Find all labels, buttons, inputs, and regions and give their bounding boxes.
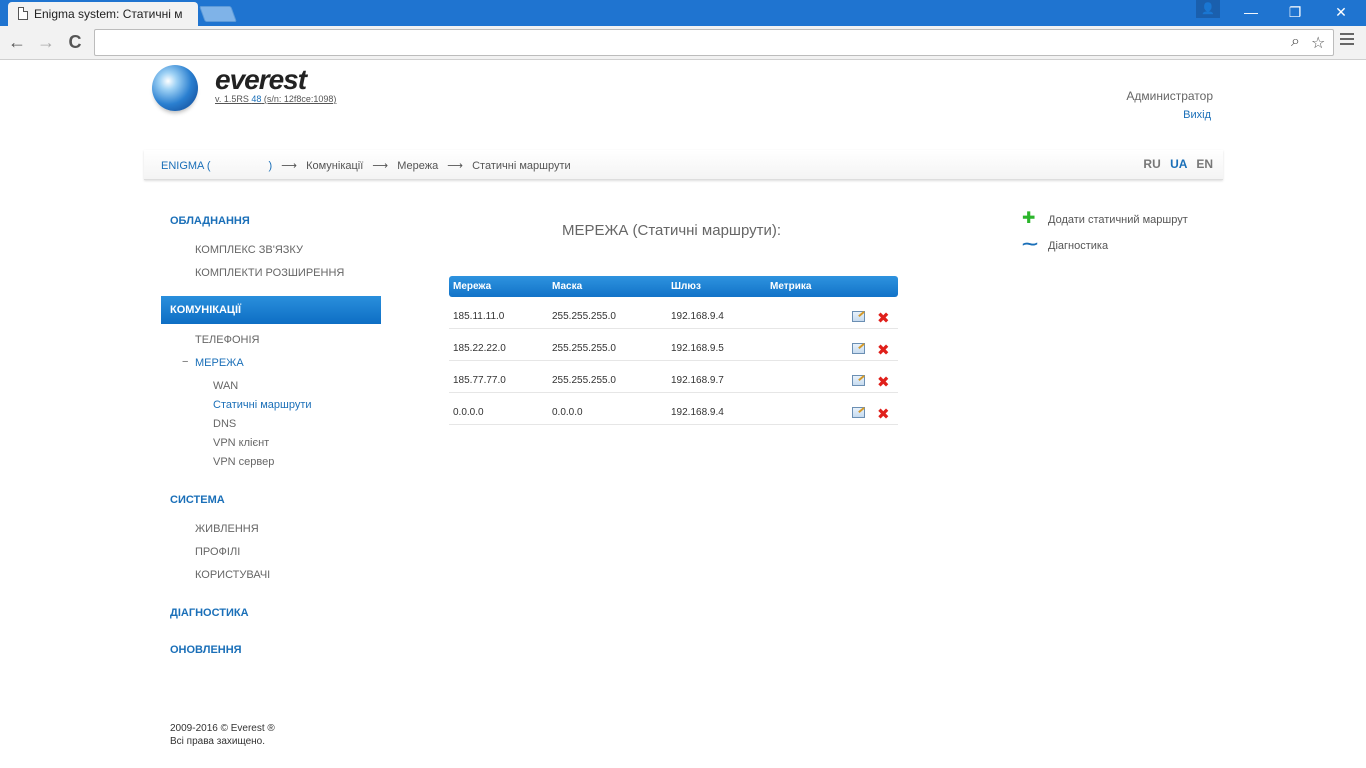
breadcrumb-bar: ENIGMA () ⟶ Комунікації ⟶ Мережа ⟶ Стати… bbox=[144, 150, 1223, 180]
col-network: Мережа bbox=[453, 281, 492, 292]
plus-icon: ✚ bbox=[1022, 210, 1036, 227]
sidebar-item-network[interactable]: МЕРЕЖА bbox=[195, 357, 244, 369]
edit-icon[interactable] bbox=[852, 407, 865, 418]
sidebar-item-static-routes[interactable]: Статичні маршрути bbox=[213, 399, 312, 411]
add-static-route-label: Додати статичний маршрут bbox=[1048, 214, 1188, 226]
routes-table: Мережа Маска Шлюз Метрика 185.11.11.0 25… bbox=[449, 276, 898, 425]
collapse-minus-icon[interactable]: − bbox=[182, 356, 188, 368]
forward-button[interactable]: → bbox=[34, 31, 58, 55]
sidebar-item-dns[interactable]: DNS bbox=[213, 418, 236, 430]
minimize-button[interactable]: — bbox=[1228, 0, 1274, 24]
close-window-button[interactable]: ✕ bbox=[1318, 0, 1364, 24]
tab-title: Enigma system: Статичні м bbox=[34, 7, 183, 21]
page-icon bbox=[18, 7, 28, 20]
table-row: 0.0.0.0 0.0.0.0 192.168.9.4 ✖ bbox=[449, 393, 898, 425]
language-switcher: RU UA EN bbox=[1137, 157, 1213, 171]
cell-gateway: 192.168.9.4 bbox=[671, 311, 724, 322]
sidebar-section-system[interactable]: СИСТЕМА bbox=[170, 494, 225, 506]
breadcrumb-arrow: ⟶ bbox=[281, 160, 298, 172]
col-metric: Метрика bbox=[770, 281, 812, 292]
col-mask: Маска bbox=[552, 281, 583, 292]
pulse-icon: ⁓ bbox=[1022, 236, 1038, 253]
table-row: 185.77.77.0 255.255.255.0 192.168.9.7 ✖ bbox=[449, 361, 898, 393]
sidebar-section-diagnostics[interactable]: ДІАГНОСТИКА bbox=[170, 607, 249, 619]
version-link[interactable]: v. 1.5RS 48 (s/n: 12f8ce:1098) bbox=[215, 94, 336, 104]
cell-gateway: 192.168.9.4 bbox=[671, 407, 724, 418]
table-row: 185.11.11.0 255.255.255.0 192.168.9.4 ✖ bbox=[449, 297, 898, 329]
lang-ru[interactable]: RU bbox=[1143, 157, 1160, 171]
breadcrumb-root-close: ) bbox=[268, 160, 273, 172]
delete-icon[interactable]: ✖ bbox=[877, 311, 890, 326]
back-button[interactable]: ← bbox=[5, 31, 29, 55]
address-bar[interactable]: ⌕ ☆ bbox=[94, 29, 1334, 56]
sidebar-item-expansion-kits[interactable]: КОМПЛЕКТИ РОЗШИРЕННЯ bbox=[195, 267, 344, 279]
cell-network: 0.0.0.0 bbox=[453, 407, 484, 418]
breadcrumb-network[interactable]: Мережа bbox=[397, 160, 438, 172]
browser-titlebar: Enigma system: Статичні м 👤 — ❐ ✕ bbox=[0, 0, 1366, 26]
cell-network: 185.77.77.0 bbox=[453, 375, 506, 386]
browser-menu-icon[interactable] bbox=[1340, 33, 1354, 48]
diagnostics-label: Діагностика bbox=[1048, 240, 1109, 252]
current-user: Администратор bbox=[1126, 89, 1213, 103]
cell-mask: 255.255.255.0 bbox=[552, 343, 616, 354]
sidebar-section-hardware[interactable]: ОБЛАДНАННЯ bbox=[170, 215, 250, 227]
lang-ua[interactable]: UA bbox=[1170, 157, 1187, 171]
rights-reserved: Всі права захищено. bbox=[170, 736, 266, 747]
user-icon[interactable]: 👤 bbox=[1196, 0, 1220, 18]
delete-icon[interactable]: ✖ bbox=[877, 407, 890, 422]
copyright: 2009-2016 © Everest ® bbox=[170, 723, 275, 734]
cell-mask: 255.255.255.0 bbox=[552, 375, 616, 386]
sidebar-item-telephony[interactable]: ТЕЛЕФОНІЯ bbox=[195, 334, 259, 346]
bookmark-star-icon[interactable]: ☆ bbox=[1311, 33, 1325, 53]
restore-button[interactable]: ❐ bbox=[1272, 0, 1318, 24]
table-header: Мережа Маска Шлюз Метрика bbox=[449, 276, 898, 297]
footer: 2009-2016 © Everest ® Всі права захищено… bbox=[170, 722, 275, 748]
cell-gateway: 192.168.9.7 bbox=[671, 375, 724, 386]
edit-icon[interactable] bbox=[852, 311, 865, 322]
cell-network: 185.22.22.0 bbox=[453, 343, 506, 354]
breadcrumb-static-routes: Статичні маршрути bbox=[472, 160, 571, 172]
sidebar-item-power[interactable]: ЖИВЛЕННЯ bbox=[195, 523, 259, 535]
cell-gateway: 192.168.9.5 bbox=[671, 343, 724, 354]
sidebar-item-vpn-server[interactable]: VPN сервер bbox=[213, 456, 274, 468]
delete-icon[interactable]: ✖ bbox=[877, 375, 890, 390]
breadcrumb-arrow: ⟶ bbox=[372, 160, 389, 172]
sidebar-item-profiles[interactable]: ПРОФІЛІ bbox=[195, 546, 240, 558]
zoom-icon[interactable]: ⌕ bbox=[1291, 33, 1300, 51]
edit-icon[interactable] bbox=[852, 375, 865, 386]
browser-toolbar: ← → C ⌕ ☆ bbox=[0, 26, 1366, 60]
version-number: 48 bbox=[251, 94, 262, 104]
sidebar-item-users[interactable]: КОРИСТУВАЧІ bbox=[195, 569, 270, 581]
breadcrumb-arrow: ⟶ bbox=[447, 160, 464, 172]
sidebar-item-wan[interactable]: WAN bbox=[213, 380, 238, 392]
col-gateway: Шлюз bbox=[671, 281, 701, 292]
cell-mask: 0.0.0.0 bbox=[552, 407, 583, 418]
version-prefix: v. 1.5RS bbox=[215, 94, 252, 104]
brand-logo: everest bbox=[215, 64, 307, 95]
breadcrumb-communications[interactable]: Комунікації bbox=[306, 160, 363, 172]
sidebar-section-updates[interactable]: ОНОВЛЕННЯ bbox=[170, 644, 242, 656]
sidebar-item-vpn-client[interactable]: VPN клієнт bbox=[213, 437, 269, 449]
cell-mask: 255.255.255.0 bbox=[552, 311, 616, 322]
cell-network: 185.11.11.0 bbox=[453, 311, 505, 322]
breadcrumb-root[interactable]: ENIGMA ( bbox=[161, 160, 211, 172]
sidebar-section-communications[interactable]: КОМУНІКАЦІЇ bbox=[161, 296, 381, 324]
new-tab-button[interactable] bbox=[199, 6, 237, 22]
globe-logo-icon bbox=[152, 65, 198, 111]
browser-tab[interactable]: Enigma system: Статичні м bbox=[8, 2, 198, 26]
table-row: 185.22.22.0 255.255.255.0 192.168.9.5 ✖ bbox=[449, 329, 898, 361]
delete-icon[interactable]: ✖ bbox=[877, 343, 890, 358]
lang-en[interactable]: EN bbox=[1196, 157, 1213, 171]
logout-link[interactable]: Вихід bbox=[1183, 109, 1211, 121]
page-title: МЕРЕЖА (Статичні маршрути): bbox=[562, 222, 782, 239]
reload-button[interactable]: C bbox=[63, 31, 87, 55]
version-serial: (s/n: 12f8ce:1098) bbox=[261, 94, 337, 104]
breadcrumb: ENIGMA () ⟶ Комунікації ⟶ Мережа ⟶ Стати… bbox=[161, 159, 571, 172]
sidebar-item-comm-complex[interactable]: КОМПЛЕКС ЗВ'ЯЗКУ bbox=[195, 244, 303, 256]
edit-icon[interactable] bbox=[852, 343, 865, 354]
